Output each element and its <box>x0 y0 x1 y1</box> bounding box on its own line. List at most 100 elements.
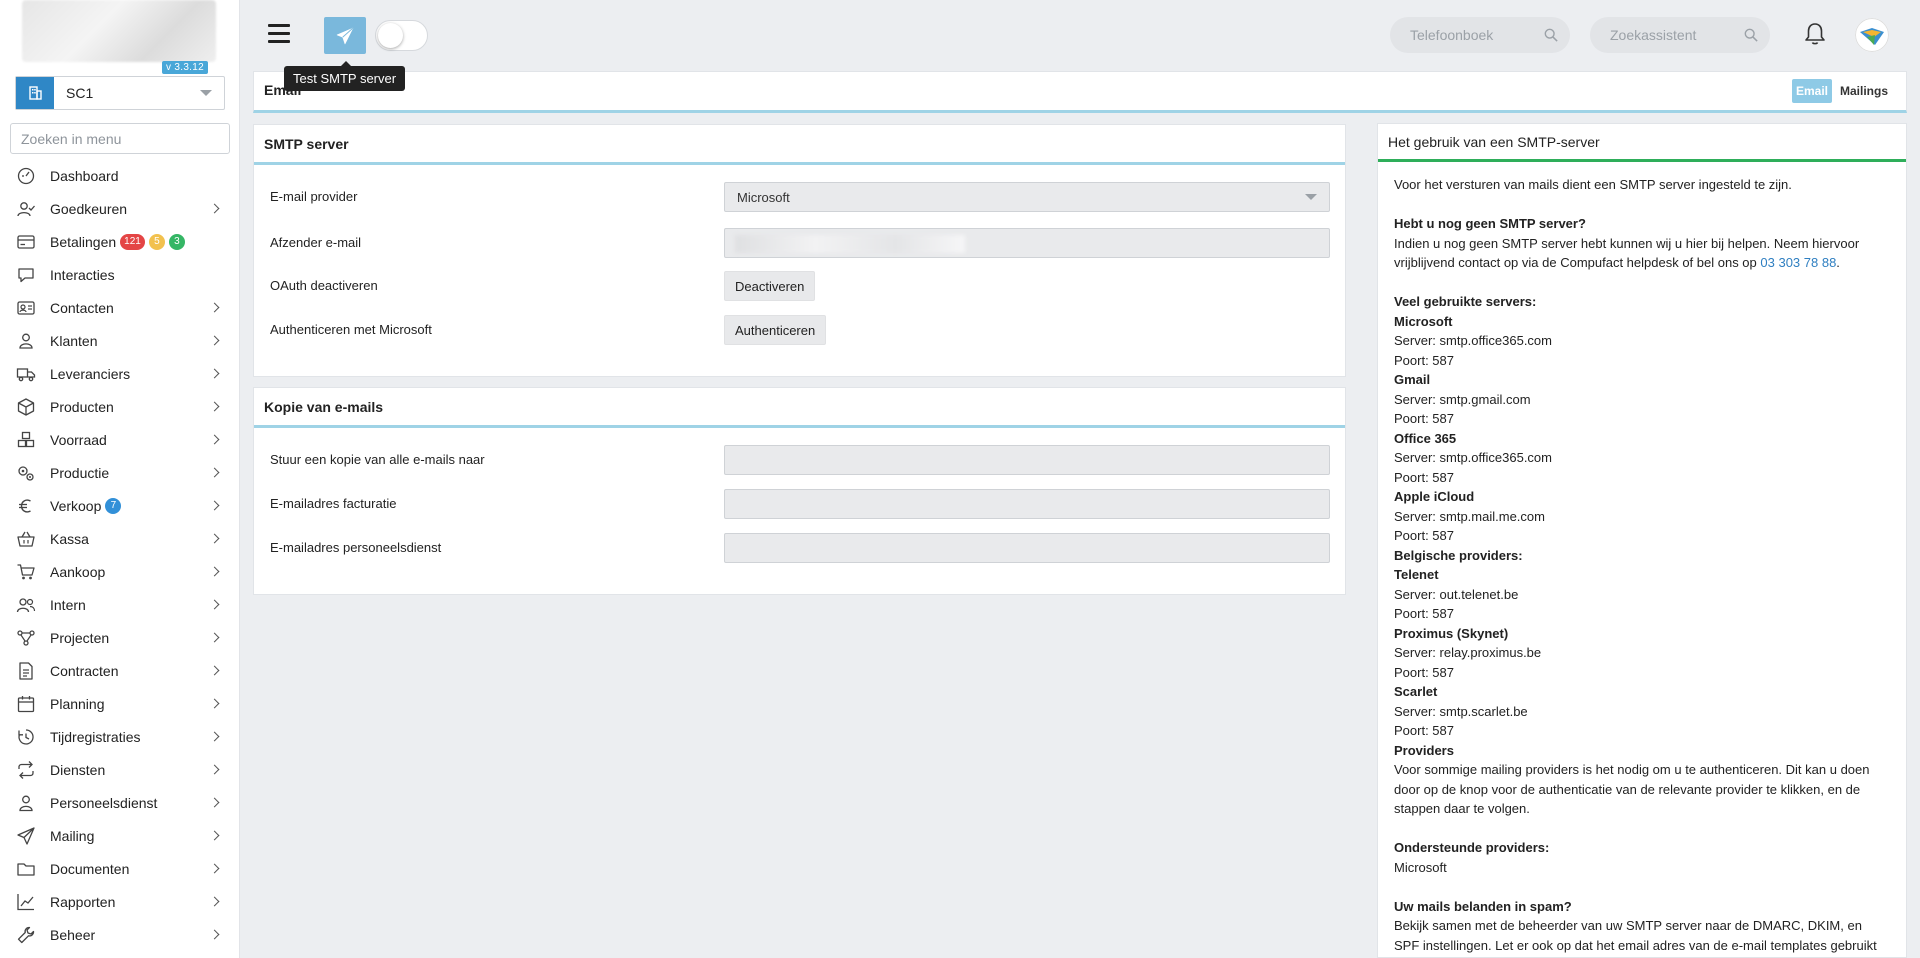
sidebar-item-label: Diensten <box>50 761 106 778</box>
sidebar-item-label: Verkoop <box>50 497 102 514</box>
chevron-right-icon <box>209 500 220 511</box>
server-host: Server: out.telenet.be <box>1394 586 1519 602</box>
search-icon[interactable] <box>1544 28 1558 42</box>
sidebar-item-label: Mailing <box>50 827 95 844</box>
hr-label: E-mailadres personeelsdienst <box>270 540 442 555</box>
sidebar-item-goedkeuren[interactable]: Goedkeuren <box>0 192 239 225</box>
phonebook-search <box>1390 17 1570 53</box>
authenticate-button[interactable]: Authenticeren <box>724 315 827 345</box>
sidebar-item-rapporten[interactable]: Rapporten <box>0 885 239 918</box>
sidebar-item-productie[interactable]: Productie <box>0 456 239 489</box>
chevron-right-icon <box>209 731 220 742</box>
user-check-icon <box>16 199 36 219</box>
oauth-row: OAuth deactiveren Deactiveren <box>254 271 1345 301</box>
chevron-right-icon <box>209 599 220 610</box>
sidebar-item-verkoop[interactable]: Verkoop 7 <box>0 489 239 522</box>
sidebar-item-contacten[interactable]: Contacten <box>0 291 239 324</box>
sidebar-item-klanten[interactable]: Klanten <box>0 324 239 357</box>
sidebar-item-label: Personeelsdienst <box>50 794 158 811</box>
provider-select[interactable]: Microsoft <box>724 182 1330 212</box>
sidebar-item-kassa[interactable]: Kassa <box>0 522 239 555</box>
sidebar-item-producten[interactable]: Producten <box>0 390 239 423</box>
sidebar-item-contracten[interactable]: Contracten <box>0 654 239 687</box>
assistant-search-input[interactable] <box>1610 27 1730 43</box>
menu-search-input[interactable] <box>10 123 230 154</box>
send-icon <box>16 826 36 846</box>
cart-icon <box>16 562 36 582</box>
sidebar-item-leveranciers[interactable]: Leveranciers <box>0 357 239 390</box>
chevron-right-icon <box>209 368 220 379</box>
chat-icon <box>16 265 36 285</box>
chart-line-icon <box>16 892 36 912</box>
copy-all-input[interactable] <box>724 445 1330 475</box>
chevron-right-icon <box>209 632 220 643</box>
customer-icon <box>16 331 36 351</box>
provider-row: E-mail provider Microsoft <box>254 182 1345 212</box>
avatar[interactable] <box>1855 18 1889 52</box>
copy-card: Kopie van e-mails Stuur een kopie van al… <box>253 387 1346 595</box>
sidebar-item-tijdregistraties[interactable]: Tijdregistraties <box>0 720 239 753</box>
sidebar-item-mailing[interactable]: Mailing <box>0 819 239 852</box>
sidebar-item-intern[interactable]: Intern <box>0 588 239 621</box>
sidebar-item-voorraad[interactable]: Voorraad <box>0 423 239 456</box>
sidebar-item-interacties[interactable]: Interacties <box>0 258 239 291</box>
company-select[interactable]: SC1 <box>15 76 225 110</box>
sidebar-item-aankoop[interactable]: Aankoop <box>0 555 239 588</box>
help-heading: Providers <box>1394 742 1454 758</box>
help-heading: Veel gebruikte servers: <box>1394 294 1537 309</box>
clock-history-icon <box>16 727 36 747</box>
euro-icon <box>16 496 36 516</box>
server-name: Proximus (Skynet) <box>1394 625 1509 641</box>
sidebar-item-dashboard[interactable]: Dashboard <box>0 159 239 192</box>
tab-email[interactable]: Email <box>1791 79 1832 103</box>
sidebar-item-documenten[interactable]: Documenten <box>0 852 239 885</box>
tab-mailings[interactable]: Mailings <box>1836 79 1892 103</box>
version-badge: v 3.3.12 <box>162 61 208 74</box>
count-badge: 5 <box>148 233 165 250</box>
count-badge: 7 <box>105 497 122 514</box>
chevron-right-icon <box>209 335 220 346</box>
help-card-title: Het gebruik van een SMTP-server <box>1378 124 1906 162</box>
smtp-card: SMTP server E-mail provider Microsoft Af… <box>253 124 1346 377</box>
deactivate-button[interactable]: Deactiveren <box>724 271 816 301</box>
oauth-label: OAuth deactiveren <box>270 278 378 293</box>
sidebar-item-beheer[interactable]: Beheer <box>0 918 239 951</box>
chevron-right-icon <box>209 863 220 874</box>
server-port: Poort: 587 <box>1394 606 1454 621</box>
billing-email-input[interactable] <box>724 489 1330 519</box>
sender-email-field[interactable] <box>724 228 1330 258</box>
sidebar-item-projecten[interactable]: Projecten <box>0 621 239 654</box>
search-icon[interactable] <box>1744 28 1758 42</box>
sidebar-item-personeelsdienst[interactable]: Personeelsdienst <box>0 786 239 819</box>
chevron-right-icon <box>209 203 220 214</box>
test-smtp-button[interactable] <box>324 17 366 54</box>
server-name: Scarlet <box>1394 684 1438 699</box>
menu-toggle-icon[interactable] <box>268 24 290 43</box>
count-badge: 3 <box>168 233 185 250</box>
tooltip: Test SMTP server <box>284 61 406 91</box>
help-text: Voor het versturen van mails dient een S… <box>1378 162 1906 958</box>
bell-icon[interactable] <box>1804 22 1826 49</box>
chevron-right-icon <box>209 401 220 412</box>
paper-plane-icon <box>336 27 354 44</box>
sidebar-item-betalingen[interactable]: Betalingen 121 5 3 <box>0 225 239 258</box>
dashboard-icon <box>16 166 36 186</box>
sidebar-item-label: Voorraad <box>50 431 107 448</box>
phonebook-search-input[interactable] <box>1410 27 1530 43</box>
phone-link[interactable]: 03 303 78 88 <box>1760 255 1836 270</box>
mode-toggle[interactable] <box>375 20 428 51</box>
building-icon <box>16 77 54 109</box>
users-icon <box>16 595 36 615</box>
server-name: Gmail <box>1394 372 1431 387</box>
help-card: Het gebruik van een SMTP-server Voor het… <box>1377 123 1907 958</box>
sidebar-item-label: Betalingen <box>50 233 117 250</box>
calendar-icon <box>16 694 36 714</box>
sidebar-item-planning[interactable]: Planning <box>0 687 239 720</box>
sidebar-item-label: Rapporten <box>50 893 116 910</box>
help-paragraph: Indien u nog geen SMTP server hebt kunne… <box>1394 235 1860 271</box>
sidebar-item-diensten[interactable]: Diensten <box>0 753 239 786</box>
hr-email-input[interactable] <box>724 533 1330 563</box>
sidebar-item-label: Goedkeuren <box>50 200 128 217</box>
chevron-right-icon <box>209 797 220 808</box>
count-badge: 121 <box>120 233 145 250</box>
